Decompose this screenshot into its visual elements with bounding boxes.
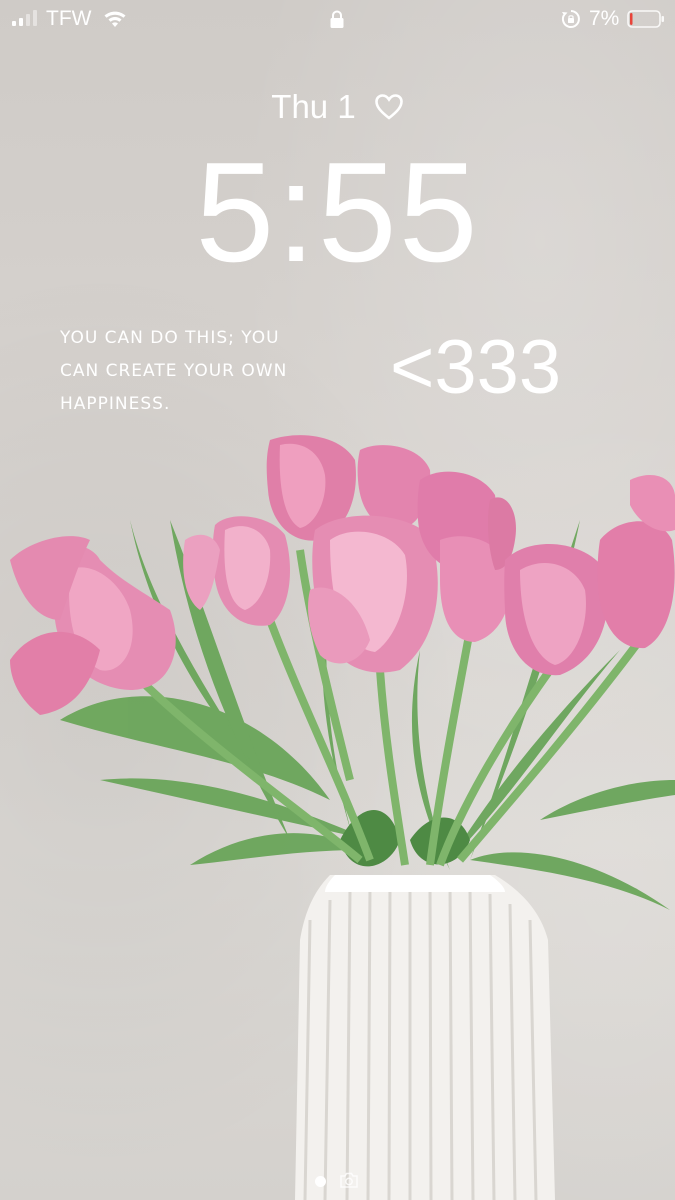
tulip-bouquet-image: [10, 435, 675, 1200]
rotation-lock-icon: [561, 10, 580, 28]
date-row: Thu 1: [0, 88, 675, 126]
quote-line: HAPPINESS.: [60, 394, 171, 414]
battery-icon: [627, 10, 664, 28]
page-dot: [315, 1176, 326, 1187]
status-bar: TFW 7%: [0, 0, 675, 40]
carrier-label: TFW: [46, 7, 92, 30]
lock-icon: [330, 10, 344, 28]
date-label: Thu 1: [271, 88, 356, 125]
heart-icon[interactable]: [374, 93, 404, 121]
quote-line: YOU CAN DO THIS; YOU: [60, 328, 280, 348]
clock-time: 5:55: [195, 133, 480, 292]
quote-line: CAN CREATE YOUR OWN: [60, 361, 288, 381]
battery-percent: 7%: [589, 7, 620, 30]
wifi-icon: [104, 11, 126, 27]
wallpaper-quote: YOU CAN DO THIS; YOU CAN CREATE YOUR OWN…: [60, 322, 380, 421]
wallpaper-hearts-text: <333: [390, 325, 562, 410]
lock-screen: TFW 7% Thu 1 5:55 YOU CAN DO THIS; YOU C…: [0, 0, 675, 1200]
signal-icon: [12, 10, 37, 26]
camera-icon[interactable]: [339, 1171, 359, 1189]
